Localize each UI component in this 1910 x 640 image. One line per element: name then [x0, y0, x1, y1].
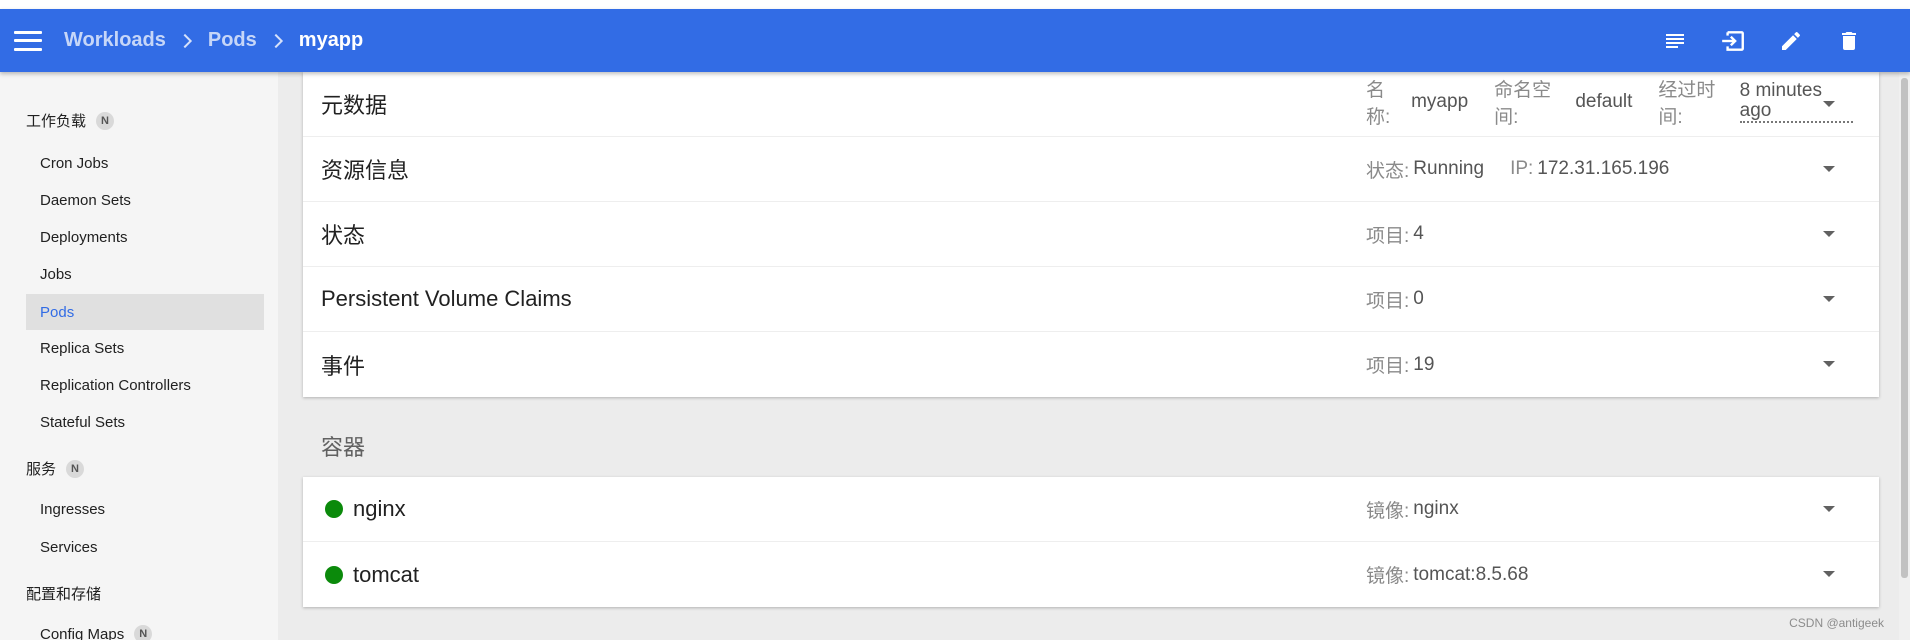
row-meta: 项目: 4 — [1366, 202, 1450, 266]
chevron-down-icon[interactable] — [1823, 361, 1835, 367]
header-actions — [1646, 9, 1878, 72]
namespaced-badge: N — [66, 459, 85, 478]
meta-key: 名称: — [1366, 80, 1391, 128]
row-meta: 镜像: nginx — [1366, 477, 1485, 541]
age-value[interactable]: 8 minutes ago — [1739, 81, 1854, 123]
sidebar-item-stateful-sets[interactable]: Stateful Sets — [26, 404, 264, 440]
running-status-icon — [325, 500, 343, 518]
row-meta: 项目: 0 — [1366, 267, 1450, 331]
meta-key: 项目: — [1366, 290, 1410, 312]
logs-icon — [1666, 33, 1684, 48]
meta-key: 镜像: — [1366, 500, 1410, 522]
pvc-row[interactable]: Persistent Volume Claims 项目: 0 — [303, 267, 1879, 332]
sidebar-section-services[interactable]: 服务 N — [26, 458, 85, 479]
edit-icon — [1782, 31, 1800, 50]
menu-icon[interactable] — [14, 30, 42, 51]
status-row[interactable]: 状态 项目: 4 — [303, 202, 1879, 267]
sidebar-item-jobs[interactable]: Jobs — [26, 256, 264, 292]
row-meta: 状态: Running IP: 172.31.165.196 — [1366, 137, 1695, 201]
breadcrumb: Workloads Pods myapp — [64, 29, 363, 52]
meta-value: default — [1575, 91, 1633, 112]
sidebar-section-config-storage[interactable]: 配置和存储 — [26, 583, 101, 604]
exec-button[interactable] — [1704, 21, 1762, 61]
container-row-tomcat[interactable]: tomcat 镜像: tomcat:8.5.68 — [303, 542, 1879, 607]
row-meta: 镜像: tomcat:8.5.68 — [1366, 542, 1554, 607]
logs-button[interactable] — [1646, 21, 1704, 61]
row-title: Persistent Volume Claims — [321, 286, 572, 311]
container-name: tomcat — [353, 561, 420, 587]
namespaced-badge: N — [96, 111, 115, 130]
meta-key: 状态: — [1366, 160, 1410, 182]
ip-value: 172.31.165.196 — [1537, 158, 1670, 179]
container-name: nginx — [353, 496, 406, 521]
sidebar-item-daemon-sets[interactable]: Daemon Sets — [26, 182, 264, 218]
meta-value: myapp — [1411, 91, 1469, 112]
events-row[interactable]: 事件 项目: 19 — [303, 332, 1879, 397]
namespaced-badge: N — [134, 625, 153, 640]
chevron-down-icon[interactable] — [1823, 101, 1835, 107]
scrollbar-thumb[interactable] — [1901, 78, 1908, 578]
row-title: 状态 — [321, 223, 366, 248]
sidebar-section-workloads[interactable]: 工作负载 N — [26, 110, 115, 131]
section-label: 工作负载 — [26, 113, 87, 130]
breadcrumb-pods[interactable]: Pods — [208, 29, 257, 52]
sidebar-item-label: Config Maps — [40, 625, 125, 640]
chevron-right-icon — [268, 33, 283, 48]
chevron-down-icon[interactable] — [1823, 506, 1835, 512]
chevron-down-icon[interactable] — [1823, 571, 1835, 577]
section-label: 配置和存储 — [26, 586, 102, 603]
containers-section-title: 容器 — [321, 435, 366, 460]
metadata-row[interactable]: 元数据 名称: myapp 命名空间: default 经过时间: 8 minutes… — [303, 72, 1879, 137]
sidebar-item-services[interactable]: Services — [26, 529, 264, 565]
sidebar-item-pods[interactable]: Pods — [26, 294, 264, 330]
meta-key: 命名空间: — [1494, 80, 1552, 128]
row-meta: 项目: 19 — [1366, 332, 1460, 397]
chevron-right-icon — [177, 33, 192, 48]
meta-value: 19 — [1413, 353, 1435, 375]
containers-card: nginx 镜像: nginx tomcat 镜像: tomcat:8.5.68 — [303, 477, 1879, 607]
breadcrumb-workloads[interactable]: Workloads — [64, 29, 166, 52]
image-value: tomcat:8.5.68 — [1413, 563, 1529, 585]
resource-info-row[interactable]: 资源信息 状态: Running IP: 172.31.165.196 — [303, 137, 1879, 202]
row-title: 资源信息 — [321, 158, 410, 183]
chevron-down-icon[interactable] — [1823, 166, 1835, 172]
meta-key: 镜像: — [1366, 566, 1410, 587]
row-title: tomcat — [321, 542, 419, 607]
meta-key: 经过时间: — [1658, 80, 1716, 128]
sidebar: 工作负载 N Cron Jobs Daemon Sets Deployments… — [0, 72, 278, 640]
row-title: 元数据 — [321, 93, 388, 118]
watermark: CSDN @antigeek — [1789, 616, 1884, 630]
container-row-nginx[interactable]: nginx 镜像: nginx — [303, 477, 1879, 542]
chevron-down-icon[interactable] — [1823, 231, 1835, 237]
row-title: nginx — [321, 477, 406, 541]
meta-key: 项目: — [1366, 356, 1410, 377]
meta-key: IP: — [1510, 158, 1534, 179]
image-value: nginx — [1413, 498, 1459, 519]
meta-value: 4 — [1413, 223, 1424, 244]
edit-button[interactable] — [1762, 21, 1820, 61]
delete-button[interactable] — [1820, 21, 1878, 61]
meta-value: 0 — [1413, 288, 1424, 309]
sidebar-item-replication-controllers[interactable]: Replication Controllers — [26, 367, 264, 403]
row-title: 事件 — [321, 353, 366, 379]
running-status-icon — [325, 565, 343, 584]
exec-icon — [1722, 30, 1744, 51]
section-label: 服务 — [26, 461, 57, 478]
top-strip — [0, 0, 1910, 9]
sidebar-item-ingresses[interactable]: Ingresses — [26, 491, 264, 527]
breadcrumb-current: myapp — [298, 29, 364, 51]
meta-key: 项目: — [1366, 225, 1410, 247]
sidebar-item-cron-jobs[interactable]: Cron Jobs — [26, 145, 264, 181]
chevron-down-icon[interactable] — [1823, 296, 1835, 302]
delete-icon — [1842, 31, 1856, 50]
details-card: 元数据 名称: myapp 命名空间: default 经过时间: 8 minutes… — [303, 72, 1879, 397]
status-value: Running — [1413, 158, 1485, 179]
row-meta: 名称: myapp 命名空间: default 经过时间: 8 minutes ago — [1366, 70, 1879, 134]
sidebar-item-deployments[interactable]: Deployments — [26, 219, 264, 255]
sidebar-item-config-maps[interactable]: Config Maps N — [26, 616, 264, 640]
top-app-bar: Workloads Pods myapp — [0, 9, 1910, 72]
sidebar-item-replica-sets[interactable]: Replica Sets — [26, 330, 264, 366]
